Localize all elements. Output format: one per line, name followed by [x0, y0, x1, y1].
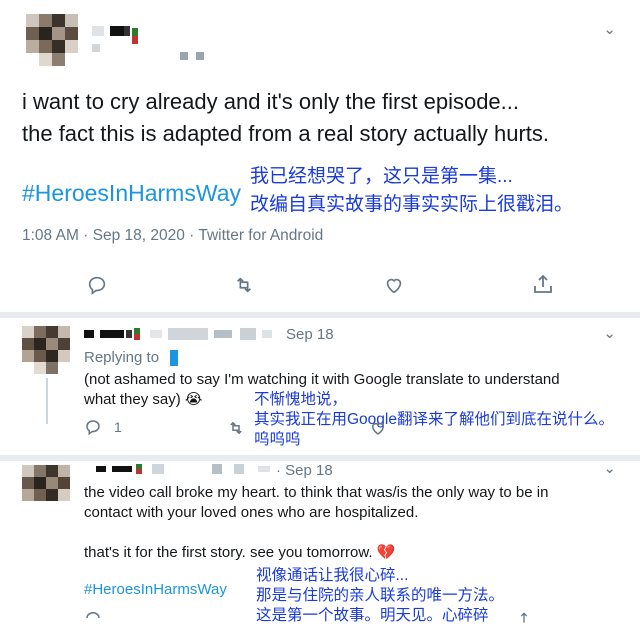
tweet-text: i want to cry already and it's only the … — [22, 86, 622, 150]
reply-text: the video call broke my heart. to think … — [84, 483, 548, 563]
hashtag-link[interactable]: #HeroesInHarmsWay — [22, 180, 241, 207]
avatar[interactable] — [22, 465, 70, 513]
translation-line3: 呜呜呜 — [254, 431, 301, 448]
avatar[interactable] — [22, 326, 70, 374]
chevron-down-icon[interactable]: ⌄ — [603, 324, 616, 342]
reply-tweet: Sep 18 ⌄ Replying to (not ashamed to say… — [0, 318, 640, 455]
translation-line2: 其实我正在用Google翻译来了解他们到底在说什么。 — [254, 411, 614, 428]
tweet-text-line1: i want to cry already and it's only the … — [22, 89, 519, 114]
tweet-timestamp[interactable]: 1:08 AM · Sep 18, 2020 · Twitter for And… — [22, 227, 323, 245]
like-icon[interactable] — [382, 274, 406, 302]
translation-line2: 改编自真实故事的事实实际上很戳泪。 — [250, 194, 574, 215]
share-icon[interactable] — [516, 611, 532, 630]
translation-line1: 我已经想哭了，这只是第一集... — [250, 166, 513, 187]
reply-icon[interactable] — [86, 274, 108, 302]
replying-to-handle[interactable] — [170, 350, 178, 366]
replying-to-label: Replying to — [84, 349, 160, 366]
reply-date[interactable]: Sep 18 — [286, 326, 334, 343]
translation-line3: 这是第一个故事。明天见。心碎碎 — [256, 607, 489, 624]
translation-line2: 那是与住院的亲人联系的唯一方法。 — [256, 587, 505, 604]
translation-line1: 视像通话让我很心碎... — [256, 567, 409, 584]
reply-icon[interactable] — [84, 611, 102, 630]
reply-tweet: · Sep 18 ⌄ the video call broke my heart… — [0, 459, 640, 626]
reply-text-line2: contact with your loved ones who are hos… — [84, 504, 419, 521]
avatar[interactable] — [26, 14, 78, 66]
translation-text: 不惭愧地说， 其实我正在用Google翻译来了解他们到底在说什么。 呜呜呜 — [254, 390, 614, 450]
reply-icon[interactable] — [84, 418, 102, 441]
retweet-icon[interactable] — [226, 419, 246, 442]
chevron-down-icon[interactable]: ⌄ — [603, 20, 616, 38]
like-icon[interactable] — [368, 419, 388, 442]
share-icon[interactable] — [531, 272, 555, 302]
reply-text-line1: the video call broke my heart. to think … — [84, 484, 549, 501]
tweet-text-line2: the fact this is adapted from a real sto… — [22, 121, 550, 146]
reply-text-line3: that's it for the first story. see you t… — [84, 544, 396, 561]
translation-text: 视像通话让我很心碎... 那是与住院的亲人联系的唯一方法。 这是第一个故事。明天… — [256, 566, 504, 626]
retweet-icon[interactable] — [232, 274, 256, 302]
reply-date[interactable]: · Sep 18 — [276, 462, 333, 479]
translation-text: 我已经想哭了，这只是第一集... 改编自真实故事的事实实际上很戳泪。 — [250, 163, 573, 219]
thread-line — [46, 378, 48, 424]
translation-line1: 不惭愧地说， — [254, 391, 348, 408]
chevron-down-icon[interactable]: ⌄ — [603, 459, 616, 477]
main-tweet: ⌄ i want to cry already and it's only th… — [0, 0, 640, 312]
reply-count: 1 — [114, 419, 122, 435]
hashtag-link[interactable]: #HeroesInHarmsWay — [84, 581, 227, 598]
reply-text-line1: (not ashamed to say I'm watching it with… — [84, 371, 560, 388]
